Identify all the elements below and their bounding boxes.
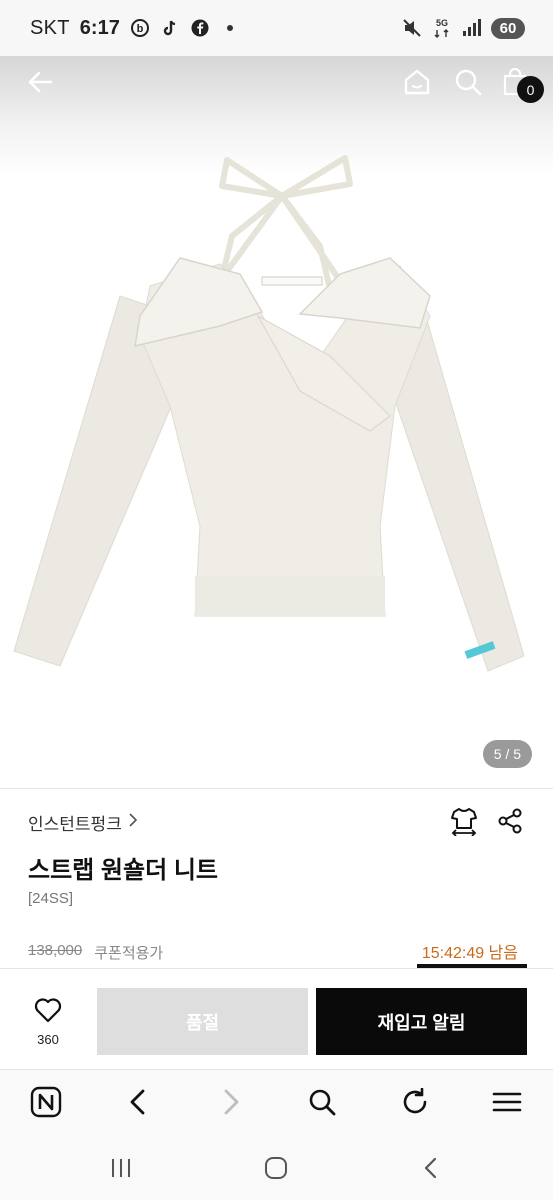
signal-icon [462, 18, 482, 38]
browser-menu-button[interactable] [490, 1087, 524, 1121]
soldout-button: 품절 [97, 988, 308, 1055]
tiktok-icon [160, 18, 180, 38]
b-app-icon: b [130, 18, 150, 38]
product-title: 스트랩 원숄더 니트 [28, 857, 218, 884]
countdown-timer: 15:42:49 남음 [421, 945, 518, 962]
product-gallery[interactable]: 0 5 / 5 [0, 56, 553, 788]
mute-icon [402, 18, 422, 38]
browser-refresh-button[interactable] [398, 1087, 432, 1121]
battery-indicator: 60 [491, 17, 525, 39]
share-icon [497, 808, 523, 839]
share-button[interactable] [495, 808, 525, 838]
recent-apps-icon [109, 1157, 133, 1184]
svg-text:5G: 5G [436, 18, 448, 28]
svg-text:b: b [136, 23, 143, 35]
browser-forward-button[interactable] [214, 1087, 248, 1121]
heart-icon [34, 998, 62, 1027]
search-button[interactable] [448, 64, 488, 104]
home-button[interactable] [397, 64, 437, 104]
status-left: SKT 6:17 b [30, 17, 240, 40]
status-right: 5G 60 [402, 17, 525, 39]
status-bar: SKT 6:17 b 5G 60 [0, 0, 553, 56]
chevron-right-icon [128, 812, 138, 833]
product-image [13, 155, 525, 672]
naver-n-icon [30, 1086, 62, 1123]
price-row: 138,000 쿠폰적용가 [28, 942, 163, 963]
refresh-icon [401, 1087, 429, 1121]
back-icon [128, 1088, 148, 1121]
search-icon [454, 68, 482, 101]
5g-icon: 5G [431, 18, 453, 38]
browser-back-button[interactable] [121, 1087, 155, 1121]
back-icon [423, 1156, 439, 1185]
back-nav-button[interactable] [416, 1155, 446, 1185]
original-price: 138,000 [28, 942, 83, 959]
brand-link[interactable]: 인스턴트펑크 [28, 810, 138, 835]
divider [0, 788, 553, 789]
cart-button[interactable]: 0 [495, 64, 544, 104]
menu-icon [492, 1091, 522, 1118]
back-arrow-icon [26, 68, 54, 101]
clock: 6:17 [79, 16, 120, 39]
season-tag: [24SS] [28, 890, 74, 907]
coupon-price-label: 쿠폰적용가 [94, 945, 164, 962]
brand-name: 인스턴트펑크 [28, 815, 122, 834]
top-nav: 0 [0, 56, 553, 112]
cart-count-badge: 0 [517, 76, 544, 103]
carrier-label: SKT [30, 16, 70, 39]
browser-toolbar [0, 1069, 553, 1137]
info-actions [449, 806, 525, 841]
search-icon [308, 1088, 336, 1121]
shirt-measure-icon [450, 806, 478, 841]
system-nav-bar [0, 1137, 553, 1200]
naver-home-button[interactable] [29, 1086, 63, 1123]
like-count: 360 [37, 1032, 59, 1047]
purchase-bar: 360 품절 재입고 알림 [0, 969, 553, 1069]
home-icon [402, 67, 432, 102]
restock-alert-button[interactable]: 재입고 알림 [316, 988, 527, 1055]
browser-search-button[interactable] [305, 1087, 339, 1121]
back-button[interactable] [20, 64, 60, 104]
home-nav-button[interactable] [261, 1155, 291, 1185]
like-button[interactable]: 360 [18, 997, 78, 1047]
size-guide-button[interactable] [449, 806, 479, 841]
forward-icon [221, 1088, 241, 1121]
facebook-icon [190, 18, 210, 38]
image-pager: 5 / 5 [482, 740, 532, 768]
dot-icon [220, 18, 240, 38]
home-icon [264, 1156, 288, 1185]
recent-apps-button[interactable] [106, 1155, 136, 1185]
